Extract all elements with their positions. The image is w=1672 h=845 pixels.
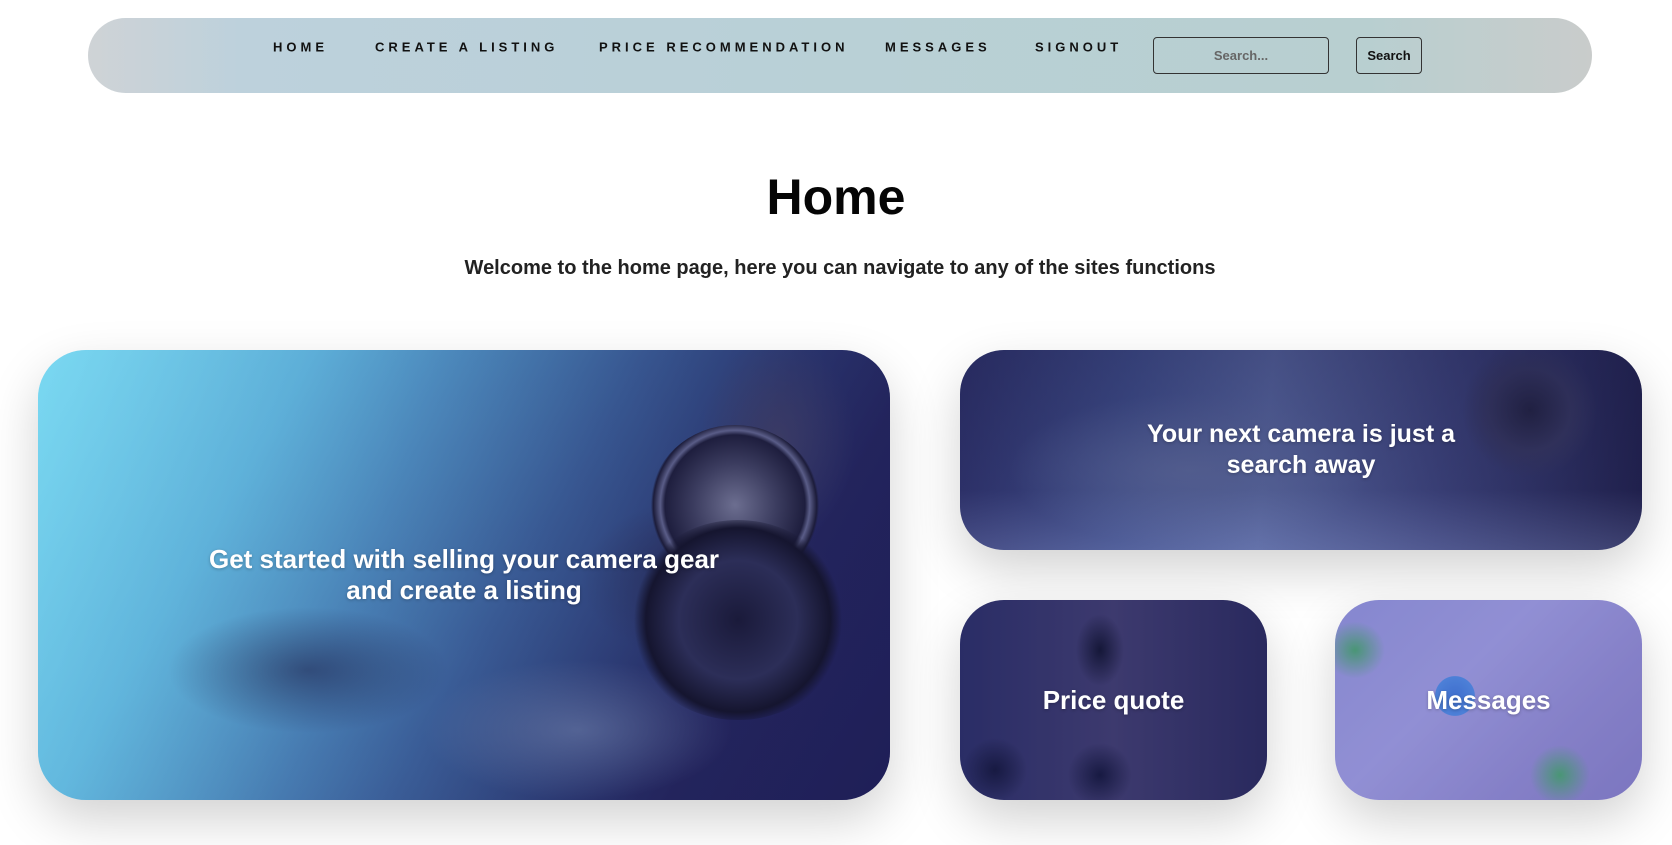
price-quote-card[interactable]: Price quote bbox=[960, 600, 1267, 800]
nav-link-home[interactable]: HOME bbox=[273, 40, 328, 55]
price-quote-card-label: Price quote bbox=[1042, 684, 1185, 715]
search-button[interactable]: Search bbox=[1356, 37, 1422, 74]
search-card[interactable]: Your next camera is just a search away bbox=[960, 350, 1642, 550]
search-card-label: Your next camera is just a search away bbox=[1147, 420, 1455, 479]
page: HOME CREATE A LISTING PRICE RECOMMENDATI… bbox=[0, 0, 1672, 845]
create-listing-card[interactable]: Get started with selling your camera gea… bbox=[38, 350, 890, 800]
nav-link-signout[interactable]: SIGNOUT bbox=[1035, 40, 1122, 55]
search-input[interactable] bbox=[1153, 37, 1329, 74]
page-subtitle: Welcome to the home page, here you can n… bbox=[464, 257, 1216, 279]
create-listing-card-label: Get started with selling your camera gea… bbox=[208, 544, 720, 605]
nav-link-messages[interactable]: MESSAGES bbox=[885, 40, 991, 55]
nav-link-create-listing[interactable]: CREATE A LISTING bbox=[375, 40, 558, 55]
page-title: Home bbox=[766, 169, 906, 225]
messages-card-label: Messages bbox=[1426, 684, 1551, 715]
nav-link-price-recommendation[interactable]: PRICE RECOMMENDATION bbox=[599, 40, 848, 55]
messages-card[interactable]: Messages bbox=[1335, 600, 1642, 800]
